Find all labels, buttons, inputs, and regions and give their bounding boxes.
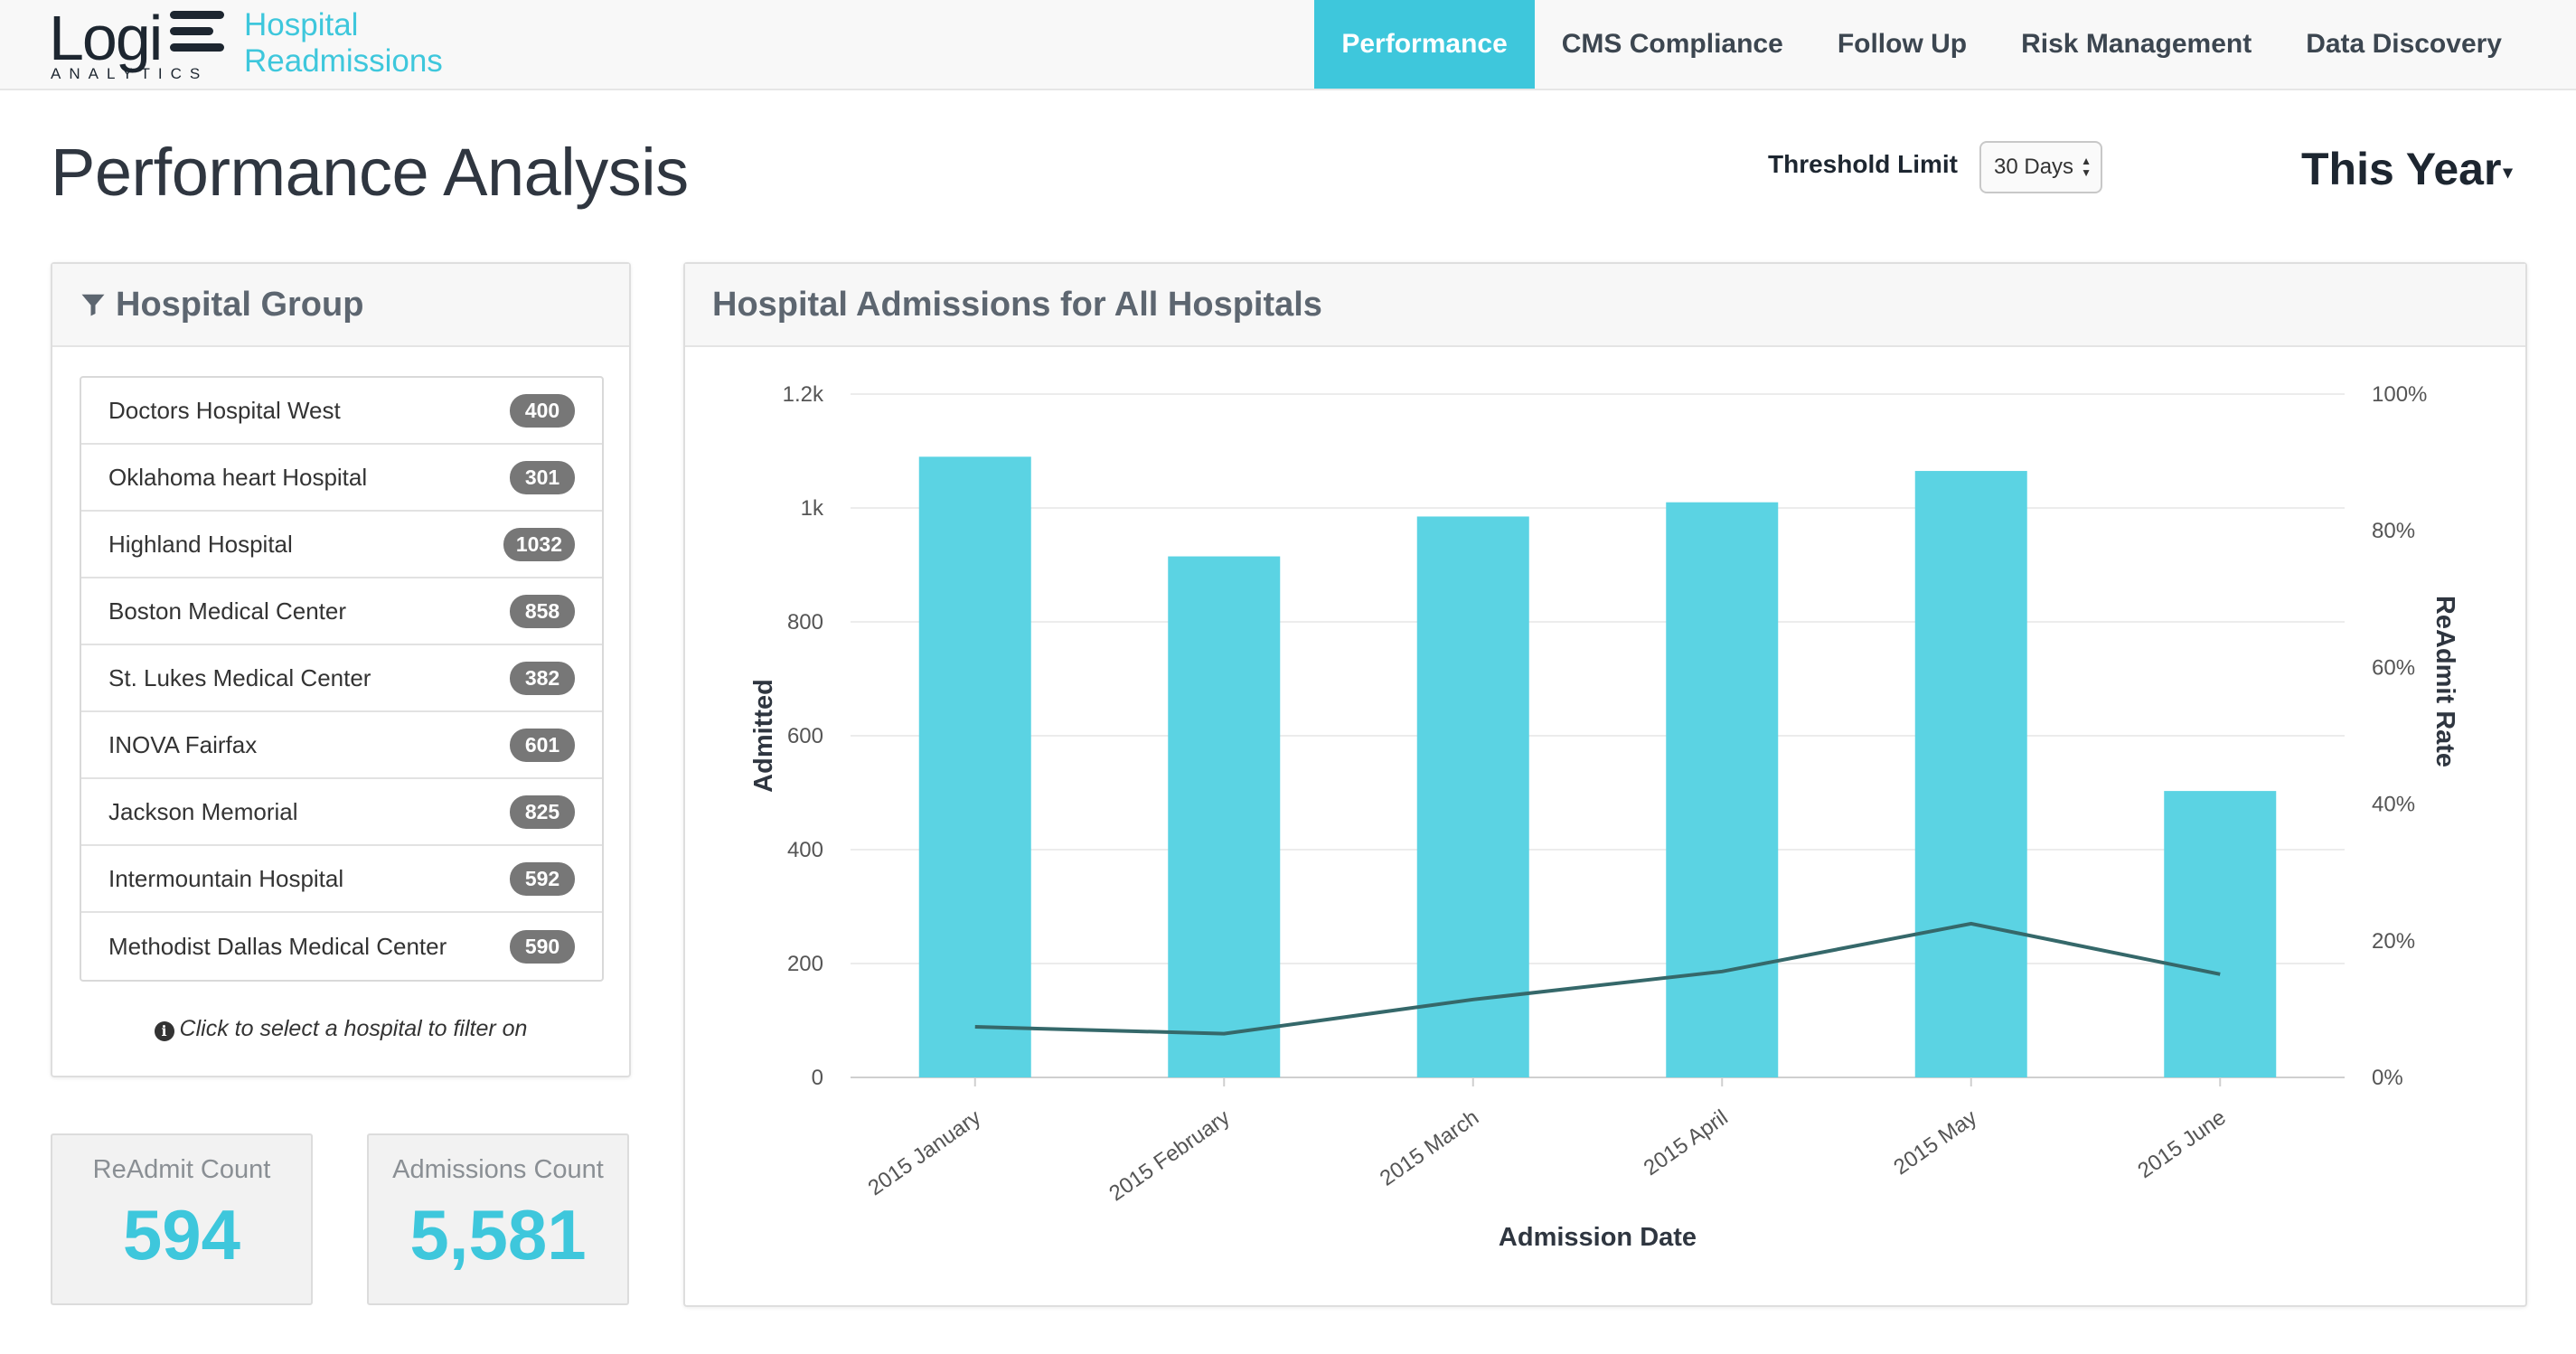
page-title: Performance Analysis — [51, 135, 689, 210]
nav-performance[interactable]: Performance — [1314, 0, 1535, 89]
y2-tick-label: 80% — [2372, 519, 2415, 543]
logo-subtitle: ANALYTICS — [51, 65, 209, 82]
y2-tick-label: 0% — [2372, 1066, 2403, 1090]
count-badge: 825 — [510, 795, 575, 829]
logo-mark-icon — [170, 11, 224, 52]
admissions-chart: 0 200 400 600 800 1k 1.2k 0% 20% 40% 60% 80% 100% 201… — [749, 382, 2459, 1252]
bar — [1914, 471, 2027, 1077]
hospital-item[interactable]: Doctors Hospital West 400 — [81, 378, 602, 445]
hospital-name: Oklahoma heart Hospital — [108, 463, 368, 491]
bar — [1666, 502, 1779, 1077]
select-arrows-icon: ▲ ▼ — [2081, 155, 2092, 179]
count-badge: 858 — [510, 594, 575, 628]
hospital-name: Methodist Dallas Medical Center — [108, 932, 447, 960]
bar — [1416, 516, 1529, 1077]
count-badge: 301 — [510, 460, 575, 494]
hospital-name: Highland Hospital — [108, 530, 293, 558]
threshold-label: Threshold Limit — [1768, 150, 1958, 178]
filter-hint-text: Click to select a hospital to filter on — [179, 1016, 528, 1041]
x-tick-label: 2015 June — [2133, 1105, 2230, 1183]
hospital-item[interactable]: Jackson Memorial 825 — [81, 779, 602, 846]
y-tick-label: 600 — [787, 724, 823, 748]
y2-tick-label: 40% — [2372, 793, 2415, 817]
y-tick-label: 0 — [812, 1066, 823, 1090]
hospital-item[interactable]: Boston Medical Center 858 — [81, 578, 602, 645]
period-label: This Year — [2301, 144, 2502, 194]
count-badge: 400 — [510, 393, 575, 428]
hospital-name: St. Lukes Medical Center — [108, 663, 371, 691]
y2-tick-label: 60% — [2372, 655, 2415, 680]
logo[interactable]: Logi — [49, 2, 163, 74]
admissions-count-value: 5,581 — [409, 1195, 587, 1274]
hospital-name: Doctors Hospital West — [108, 396, 341, 424]
threshold-value: 30 Days — [1994, 155, 2074, 179]
count-badge: 382 — [510, 661, 575, 695]
filter-icon — [81, 294, 105, 316]
count-badge: 590 — [510, 929, 575, 964]
nav-risk-management[interactable]: Risk Management — [1994, 0, 2279, 89]
caret-down-icon: ▾ — [2503, 163, 2513, 183]
chart-panel-title: Hospital Admissions for All Hospitals — [712, 285, 1322, 324]
x-tick-label: 2015 March — [1376, 1105, 1483, 1191]
admissions-count-label: Admissions Count — [392, 1155, 604, 1184]
hospital-item[interactable]: Intermountain Hospital 592 — [81, 846, 602, 913]
hospital-name: INOVA Fairfax — [108, 730, 258, 758]
nav-data-discovery[interactable]: Data Discovery — [2279, 0, 2576, 89]
hospital-name: Boston Medical Center — [108, 597, 347, 625]
hospital-group-panel: Hospital Group Doctors Hospital West 400 … — [51, 262, 631, 1077]
readmit-count-value: 594 — [122, 1195, 241, 1274]
admissions-count-card: Admissions Count 5,581 — [367, 1133, 629, 1305]
hospital-group-header: Hospital Group — [52, 264, 629, 347]
filter-hint: i Click to select a hospital to filter on — [52, 1016, 629, 1042]
x-tick-label: 2015 February — [1105, 1105, 1234, 1207]
y-axis-title: Admitted — [749, 679, 778, 793]
readmit-count-label: ReAdmit Count — [92, 1155, 271, 1184]
threshold-select[interactable]: 30 Days ▲ ▼ — [1979, 141, 2102, 193]
readmit-count-card: ReAdmit Count 594 — [51, 1133, 313, 1305]
x-axis-title: Admission Date — [1499, 1223, 1697, 1252]
hospital-item[interactable]: Methodist Dallas Medical Center 590 — [81, 913, 602, 980]
nav-follow-up[interactable]: Follow Up — [1810, 0, 1994, 89]
count-badge: 1032 — [503, 527, 575, 561]
x-tick-label: 2015 April — [1640, 1105, 1733, 1180]
count-badge: 601 — [510, 728, 575, 762]
app-title: Hospital Readmissions — [244, 7, 443, 80]
x-tick-label: 2015 January — [864, 1105, 986, 1201]
hospital-name: Jackson Memorial — [108, 797, 298, 825]
x-tick-label: 2015 May — [1889, 1105, 1981, 1180]
y-tick-label: 800 — [787, 610, 823, 635]
hospital-name: Intermountain Hospital — [108, 864, 344, 892]
y-tick-label: 200 — [787, 952, 823, 976]
hospital-item[interactable]: Oklahoma heart Hospital 301 — [81, 445, 602, 512]
hospital-group-title: Hospital Group — [116, 285, 364, 324]
info-icon: i — [154, 1021, 174, 1041]
y-tick-label: 1k — [801, 496, 824, 521]
main-nav: Performance CMS Compliance Follow Up Ris… — [1314, 0, 2576, 89]
hospital-list: Doctors Hospital West 400 Oklahoma heart … — [80, 376, 604, 982]
chart-panel-header: Hospital Admissions for All Hospitals — [685, 264, 2525, 347]
y2-tick-label: 20% — [2372, 929, 2415, 954]
bar — [1168, 556, 1281, 1077]
period-dropdown[interactable]: This Year ▾ — [2301, 143, 2512, 195]
y-tick-label: 1.2k — [783, 382, 824, 407]
count-badge: 592 — [510, 861, 575, 896]
hospital-item[interactable]: Highland Hospital 1032 — [81, 512, 602, 578]
app-title-line2: Readmissions — [244, 43, 443, 79]
readmit-rate-line — [974, 921, 2221, 1036]
hospital-item[interactable]: St. Lukes Medical Center 382 — [81, 645, 602, 712]
hospital-item[interactable]: INOVA Fairfax 601 — [81, 712, 602, 779]
app-title-line1: Hospital — [244, 7, 359, 42]
y2-axis-title: ReAdmit Rate — [2430, 596, 2459, 767]
bar — [2164, 791, 2277, 1077]
y2-tick-label: 100% — [2372, 382, 2427, 407]
nav-cms-compliance[interactable]: CMS Compliance — [1535, 0, 1810, 89]
bar — [918, 456, 1031, 1077]
top-navbar: Logi ANALYTICS Hospital Readmissions Per… — [0, 0, 2576, 90]
admissions-chart-panel: Hospital Admissions for All Hospitals 0 2… — [683, 262, 2527, 1307]
y-tick-label: 400 — [787, 838, 823, 862]
